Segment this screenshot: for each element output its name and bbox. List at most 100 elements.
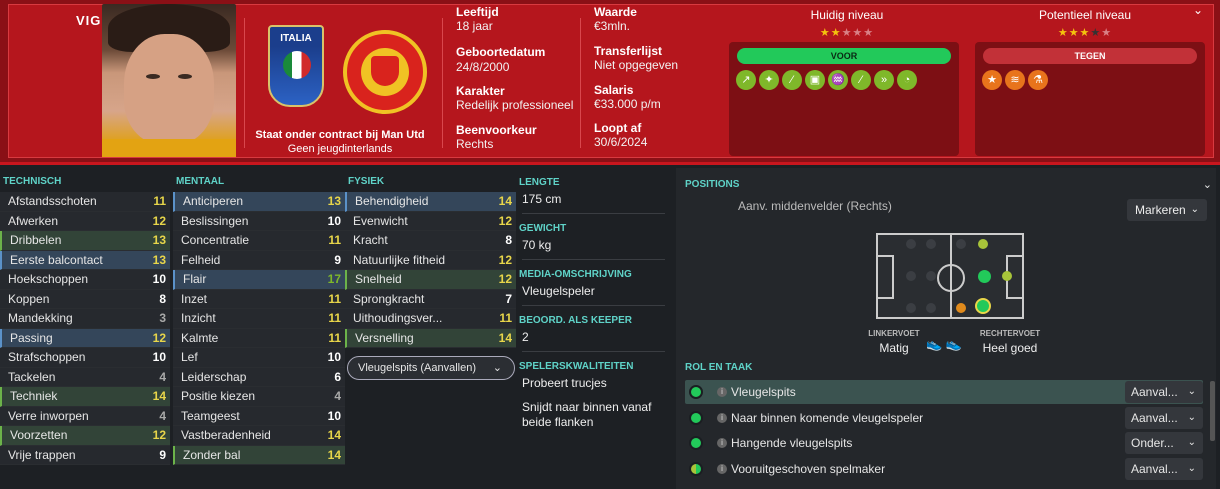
attribute-row[interactable]: Uithoudingsver... 11 [345, 309, 516, 329]
attribute-row[interactable]: Passing 12 [0, 328, 170, 348]
trait-icon[interactable]: ◔ [897, 70, 917, 90]
trait-item: Snijdt naar binnen vanaf beide flanken [522, 400, 652, 429]
attribute-row[interactable]: Sprongkracht 7 [345, 289, 516, 309]
star-trait-icon[interactable]: ★ [982, 70, 1002, 90]
attribute-row[interactable]: Afstandsschoten 11 [0, 192, 170, 212]
trait-icon[interactable]: ≋ [1005, 70, 1025, 90]
attribute-row[interactable]: Kalmte 11 [173, 328, 345, 348]
attribute-row[interactable]: Eerste balcontact 13 [0, 250, 170, 270]
role-select[interactable]: Vleugelspits (Aanvallen) ⌄ [347, 356, 515, 380]
trait-icon[interactable]: ✦ [759, 70, 779, 90]
attribute-value: 14 [327, 447, 341, 462]
attribute-label: Zonder bal [183, 447, 241, 462]
attribute-row[interactable]: Natuurlijke fitheid 12 [345, 250, 516, 270]
attribute-row[interactable]: Inzet 11 [173, 289, 345, 309]
trait-icon[interactable]: ⁄ [851, 70, 871, 90]
trait-item: Probeert trucjes [522, 376, 607, 390]
attribute-row[interactable]: Vrije trappen 9 [0, 445, 170, 465]
role-item[interactable]: i Vleugelspits Aanval... ⌄ [685, 380, 1203, 404]
attribute-row[interactable]: Flair 17 [173, 270, 345, 290]
attribute-value: 11 [328, 330, 341, 345]
attribute-label: Mandekking [8, 311, 73, 325]
attribute-row[interactable]: Evenwicht 12 [345, 211, 516, 231]
attribute-row[interactable]: Leiderschap 6 [173, 367, 345, 387]
attribute-label: Vastberadenheid [181, 428, 271, 442]
info-icon[interactable]: i [717, 438, 727, 448]
attribute-row[interactable]: Vastberadenheid 14 [173, 426, 345, 446]
nation-badge[interactable]: ITALIA [268, 25, 324, 107]
attribute-value: 12 [498, 252, 512, 267]
attribute-row[interactable]: Behendigheid 14 [345, 192, 516, 212]
info-icon[interactable]: i [717, 387, 727, 397]
attribute-row[interactable]: Teamgeest 10 [173, 406, 345, 426]
mark-button[interactable]: Markeren ⌄ [1127, 199, 1207, 221]
attribute-row[interactable]: Koppen 8 [0, 289, 170, 309]
attribute-row[interactable]: Hoekschoppen 10 [0, 270, 170, 290]
duty-select[interactable]: Aanval... ⌄ [1125, 406, 1203, 429]
attribute-row[interactable]: Dribbelen 13 [0, 231, 170, 251]
attribute-row[interactable]: Strafschoppen 10 [0, 348, 170, 368]
chevron-down-icon[interactable]: ⌄ [1203, 178, 1212, 191]
height-value: 175 cm [522, 192, 665, 214]
attribute-row[interactable]: Kracht 8 [345, 231, 516, 251]
trait-icon[interactable]: ↗ [736, 70, 756, 90]
duty-select[interactable]: Aanval... ⌄ [1125, 457, 1203, 480]
info-icon[interactable]: i [717, 412, 727, 423]
attribute-label: Flair [183, 272, 207, 286]
trait-icon[interactable]: ▣ [805, 70, 825, 90]
attribute-row[interactable]: Beslissingen 10 [173, 211, 345, 231]
attribute-row[interactable]: Versnelling 14 [345, 328, 516, 348]
duty-select[interactable]: Aanval... ⌄ [1125, 381, 1203, 403]
attribute-value: 13 [327, 194, 341, 208]
attribute-row[interactable]: Concentratie 11 [173, 231, 345, 251]
attribute-row[interactable]: Tackelen 4 [0, 367, 170, 387]
pros-panel: VOOR ↗ ✦ ⁄ ▣ ♒ ⁄ » ◔ [729, 42, 959, 156]
attribute-value: 11 [499, 311, 512, 325]
role-suitability-icon [689, 461, 703, 476]
duty-select[interactable]: Onder... ⌄ [1125, 432, 1203, 454]
attribute-row[interactable]: Felheid 9 [173, 250, 345, 270]
attribute-row[interactable]: Zonder bal 14 [173, 445, 345, 465]
role-item[interactable]: i Vooruitgeschoven spelmaker Aanval... ⌄ [685, 457, 1203, 481]
attribute-row[interactable]: Verre inworpen 4 [0, 406, 170, 426]
attribute-label: Anticiperen [183, 194, 244, 208]
attribute-row[interactable]: Mandekking 3 [0, 309, 170, 329]
role-item[interactable]: i Naar binnen komende vleugelspeler Aanval… [685, 406, 1203, 430]
role-item[interactable]: i Hangende vleugelspits Onder... ⌄ [685, 431, 1203, 455]
attribute-label: Sprongkracht [353, 291, 425, 306]
attribute-label: Eerste balcontact [10, 252, 103, 267]
expires-block: Loopt af 30/6/2024 [594, 121, 648, 149]
trait-icon[interactable]: ♒ [828, 70, 848, 90]
role-label: Naar binnen komende vleugelspeler [731, 410, 924, 425]
attribute-row[interactable]: Inzicht 11 [173, 309, 345, 329]
attribute-row[interactable]: Lef 10 [173, 348, 345, 368]
attribute-value: 10 [327, 408, 341, 423]
attribute-label: Snelheid [355, 272, 402, 286]
info-icon[interactable]: i [717, 463, 727, 474]
roles-title: ROL EN TAAK [685, 362, 753, 373]
attribute-label: Afstandsschoten [8, 194, 97, 208]
attribute-label: Techniek [10, 389, 58, 403]
attribute-value: 8 [159, 291, 166, 306]
attribute-value: 13 [152, 233, 166, 247]
attribute-row[interactable]: Snelheid 12 [345, 270, 516, 290]
scrollbar[interactable] [1210, 381, 1215, 441]
attribute-label: Dribbelen [10, 233, 62, 247]
attribute-row[interactable]: Voorzetten 12 [0, 426, 170, 446]
position-dot [1002, 271, 1012, 281]
player-header: VIGNAI ITALIA Staat onder contract bij M… [0, 0, 1220, 165]
trait-icon[interactable]: » [874, 70, 894, 90]
value-block: Waarde €3mln. [594, 5, 637, 33]
trait-icon[interactable]: ⁄ [782, 70, 802, 90]
club-badge[interactable] [343, 30, 427, 114]
chevron-down-icon[interactable]: ⌄ [1193, 3, 1203, 17]
flask-icon[interactable]: ⚗ [1028, 70, 1048, 90]
chevron-down-icon: ⌄ [1187, 411, 1196, 423]
attribute-row[interactable]: Positie kiezen 4 [173, 387, 345, 407]
attribute-label: Positie kiezen [181, 389, 256, 403]
attribute-row[interactable]: Afwerken 12 [0, 211, 170, 231]
attribute-label: Kalmte [181, 330, 219, 345]
media-value: Vleugelspeler [522, 284, 665, 306]
attribute-row[interactable]: Anticiperen 13 [173, 192, 345, 212]
attribute-row[interactable]: Techniek 14 [0, 387, 170, 407]
